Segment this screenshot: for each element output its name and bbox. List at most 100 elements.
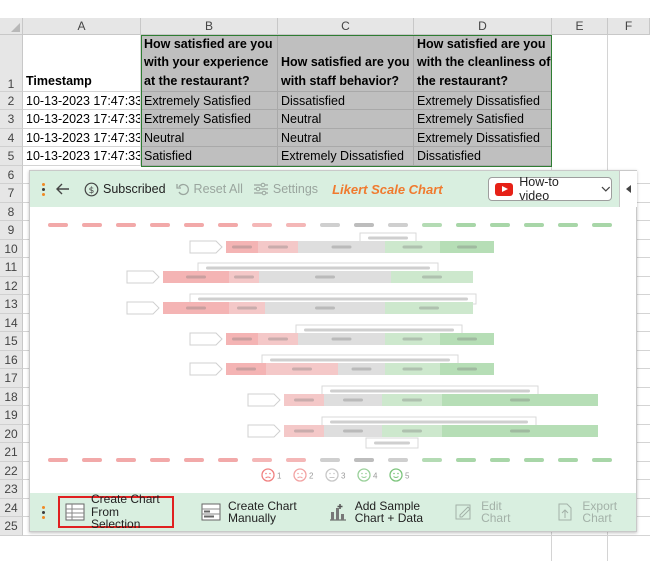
cell-b4[interactable]: Neutral (141, 129, 278, 147)
segment-label (402, 429, 422, 433)
cell-c1[interactable]: How satisfied are you with staff behavio… (278, 35, 414, 92)
back-arrow-icon[interactable] (56, 183, 70, 195)
row-header[interactable]: 6 (0, 166, 23, 184)
row-header[interactable]: 14 (0, 314, 23, 332)
cell-d2[interactable]: Extremely Dissatisfied (414, 92, 552, 110)
cell-d3[interactable]: Extremely Satisfied (414, 110, 552, 129)
row-header[interactable]: 3 (0, 110, 23, 129)
subscribed-label: Subscribed (103, 182, 166, 196)
legend-number: 1 (277, 472, 282, 481)
cell-b2[interactable]: Extremely Satisfied (141, 92, 278, 110)
cell-b5[interactable]: Satisfied (141, 147, 278, 166)
column-header-d[interactable]: D (414, 18, 552, 35)
likert-chart-preview: 1 2 3 4 5 (48, 223, 612, 482)
segment-label (343, 398, 363, 402)
dash-mark (354, 458, 374, 462)
subscribed-button[interactable]: $ Subscribed (84, 182, 166, 197)
cell-c5[interactable]: Extremely Dissatisfied (278, 147, 414, 166)
collapse-panel-button[interactable] (619, 171, 637, 207)
dash-mark (524, 223, 544, 227)
row-header[interactable]: 23 (0, 480, 23, 499)
row-header[interactable]: 8 (0, 203, 23, 221)
row-header[interactable]: 2 (0, 92, 23, 110)
row-header[interactable]: 11 (0, 258, 23, 277)
row-header[interactable]: 13 (0, 295, 23, 314)
edit-chart-button[interactable]: Edit Chart (449, 496, 514, 528)
row-header[interactable]: 22 (0, 462, 23, 480)
dash-mark (388, 458, 408, 462)
cell-c3[interactable]: Neutral (278, 110, 414, 129)
cell-a1[interactable]: Timestamp (23, 35, 141, 92)
question-title-text (270, 358, 450, 362)
add-sample-chart-button[interactable]: Add Sample Chart + Data (323, 496, 427, 528)
cell-a4[interactable]: 10-13-2023 17:47:33 (23, 129, 141, 147)
dash-mark (116, 223, 136, 227)
cell-a2[interactable]: 10-13-2023 17:47:33 (23, 92, 141, 110)
row-header[interactable]: 25 (0, 517, 23, 536)
row-header[interactable]: 4 (0, 129, 23, 147)
settings-button[interactable]: Settings (253, 182, 318, 196)
question-title-text (330, 420, 528, 424)
face-1-icon (261, 468, 275, 482)
dash-mark (48, 223, 68, 227)
row-header[interactable]: 18 (0, 388, 23, 406)
segment-label (419, 306, 439, 310)
row-header[interactable]: 20 (0, 425, 23, 443)
cell-a3[interactable]: 10-13-2023 17:47:33 (23, 110, 141, 129)
row-header[interactable]: 15 (0, 332, 23, 351)
row-label-tag (189, 240, 223, 254)
drag-handle-icon[interactable] (36, 505, 50, 519)
dash-mark (252, 223, 272, 227)
cell-d1[interactable]: How satisfied are you with the cleanline… (414, 35, 552, 92)
row-header[interactable]: 7 (0, 184, 23, 203)
column-header-e[interactable]: E (552, 18, 608, 35)
row-header[interactable]: 24 (0, 499, 23, 517)
cell-c4[interactable]: Neutral (278, 129, 414, 147)
sliders-icon (253, 182, 268, 196)
drag-handle-icon[interactable] (36, 182, 50, 196)
cell-c2[interactable]: Dissatisfied (278, 92, 414, 110)
segment-label (331, 337, 352, 341)
label-line2: Chart (582, 511, 612, 525)
face-3-icon (325, 468, 339, 482)
row-header[interactable]: 19 (0, 406, 23, 425)
select-all-corner[interactable] (0, 18, 23, 35)
cell-b3[interactable]: Extremely Satisfied (141, 110, 278, 129)
dash-mark (320, 223, 340, 227)
row-header[interactable]: 1 (0, 35, 23, 92)
row-header[interactable]: 9 (0, 221, 23, 240)
create-chart-from-selection-button[interactable]: Create Chart From Selection (58, 493, 174, 531)
row-header[interactable]: 12 (0, 277, 23, 295)
segment-label (236, 367, 256, 371)
segment-label (457, 367, 477, 371)
column-header-c[interactable]: C (278, 18, 414, 35)
face-eye (361, 472, 363, 475)
row-header[interactable]: 21 (0, 443, 23, 462)
row-header[interactable]: 5 (0, 147, 23, 166)
export-chart-button[interactable]: Export Chart (550, 496, 621, 528)
cell-a5[interactable]: 10-13-2023 17:47:33 (23, 147, 141, 166)
triangle-left-icon (625, 185, 631, 193)
legend-number: 2 (309, 472, 314, 481)
segment-label (292, 367, 312, 371)
column-header-b[interactable]: B (141, 18, 278, 35)
dash-mark (558, 223, 578, 227)
segment-label (402, 245, 423, 249)
row-header[interactable]: 10 (0, 240, 23, 258)
cell-d5[interactable]: Dissatisfied (414, 147, 552, 166)
addin-bottom-bar: Create Chart From Selection Create Chart M… (30, 493, 636, 531)
row-header[interactable]: 16 (0, 351, 23, 369)
reset-all-button[interactable]: Reset All (175, 182, 243, 196)
cell-b1[interactable]: How satisfied are you with your experien… (141, 35, 278, 92)
face-mouth (297, 476, 303, 479)
segment-label (402, 337, 423, 341)
create-chart-manually-button[interactable]: Create Chart Manually (196, 496, 301, 528)
dash-mark (422, 458, 442, 462)
dash-mark (286, 458, 306, 462)
cell-d4[interactable]: Extremely Dissatisfied (414, 129, 552, 147)
row-label-tag (189, 362, 223, 376)
how-to-video-dropdown[interactable]: How-to video (488, 175, 612, 203)
row-header[interactable]: 17 (0, 369, 23, 388)
column-header-f[interactable]: F (608, 18, 650, 35)
column-header-a[interactable]: A (23, 18, 141, 35)
